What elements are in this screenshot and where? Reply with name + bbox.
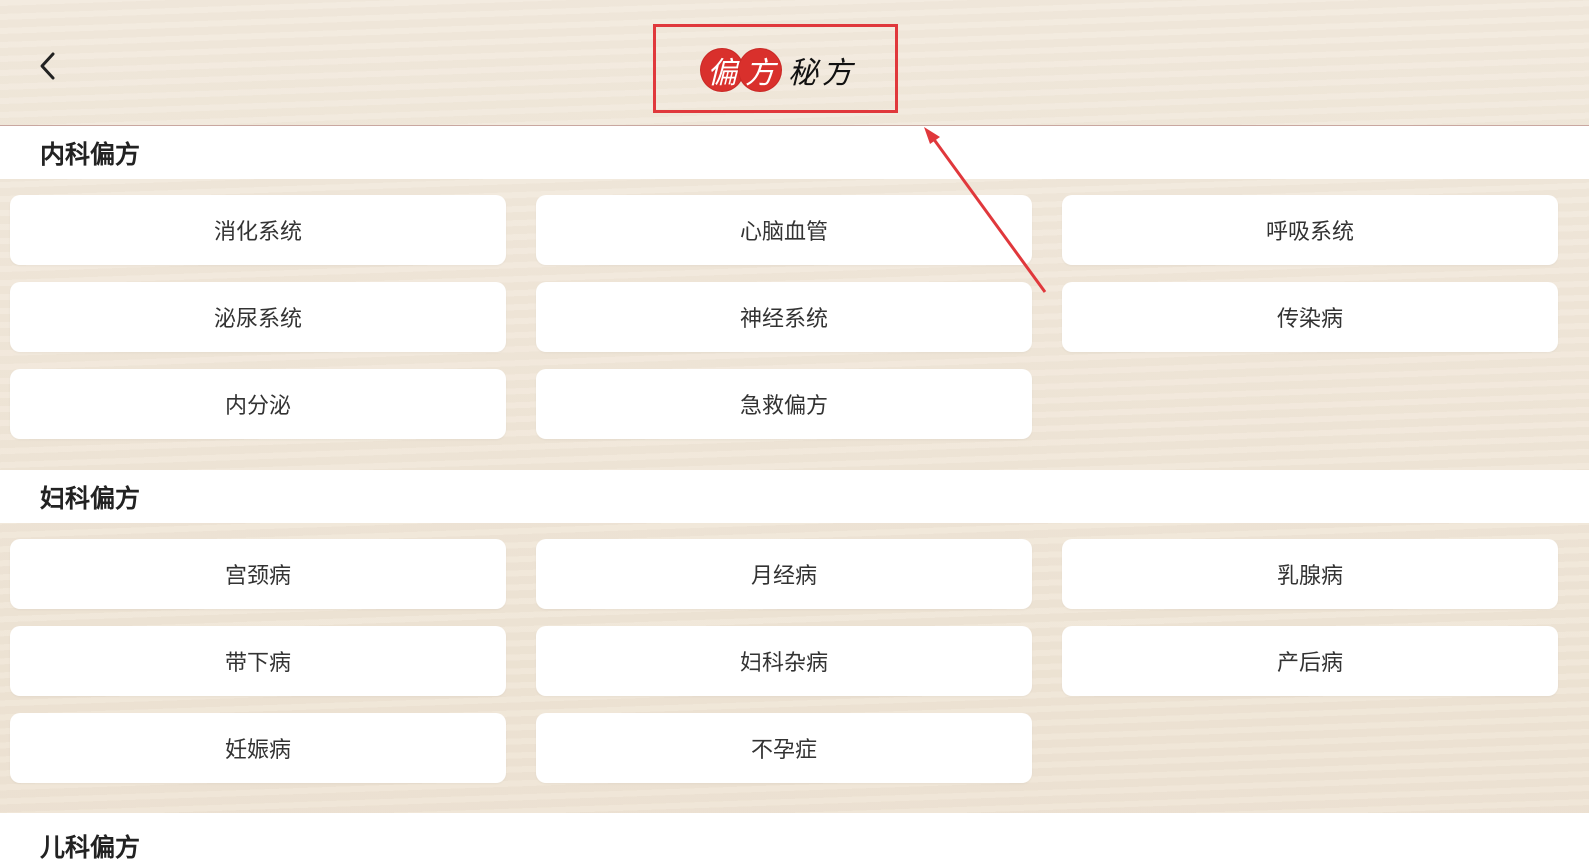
category-button[interactable]: 呼吸系统: [1062, 195, 1558, 265]
app-title-logo: 偏 方 秘方: [700, 48, 856, 92]
section-title: 妇科偏方: [40, 483, 141, 513]
category-button[interactable]: 产后病: [1062, 626, 1558, 696]
title-seal-char-2: 方: [738, 48, 782, 92]
category-grid-internal: 消化系统 心脑血管 呼吸系统 泌尿系统 神经系统 传染病 内分泌 急救偏方: [10, 195, 1558, 439]
category-button[interactable]: 月经病: [536, 539, 1032, 609]
top-bar: 偏 方 秘方: [0, 0, 1589, 126]
section-header-pediatrics: 儿科偏方: [0, 813, 1589, 866]
category-button[interactable]: 不孕症: [536, 713, 1032, 783]
category-button[interactable]: 宫颈病: [10, 539, 506, 609]
section-title: 内科偏方: [40, 139, 141, 169]
category-button[interactable]: 消化系统: [10, 195, 506, 265]
section-header-internal: 内科偏方: [0, 126, 1589, 179]
back-button[interactable]: [30, 48, 66, 88]
category-button[interactable]: 内分泌: [10, 369, 506, 439]
category-button[interactable]: 传染病: [1062, 282, 1558, 352]
section-header-gynecology: 妇科偏方: [0, 470, 1589, 523]
category-button[interactable]: 泌尿系统: [10, 282, 506, 352]
section-title: 儿科偏方: [40, 833, 141, 862]
chevron-left-icon: [38, 51, 58, 85]
category-button[interactable]: 神经系统: [536, 282, 1032, 352]
category-button[interactable]: 妇科杂病: [536, 626, 1032, 696]
category-grid-gynecology: 宫颈病 月经病 乳腺病 带下病 妇科杂病 产后病 妊娠病 不孕症: [10, 539, 1558, 783]
category-button[interactable]: 乳腺病: [1062, 539, 1558, 609]
category-button[interactable]: 妊娠病: [10, 713, 506, 783]
category-button[interactable]: 心脑血管: [536, 195, 1032, 265]
category-button[interactable]: 急救偏方: [536, 369, 1032, 439]
category-button[interactable]: 带下病: [10, 626, 506, 696]
title-brush-text: 秘方: [788, 56, 856, 91]
